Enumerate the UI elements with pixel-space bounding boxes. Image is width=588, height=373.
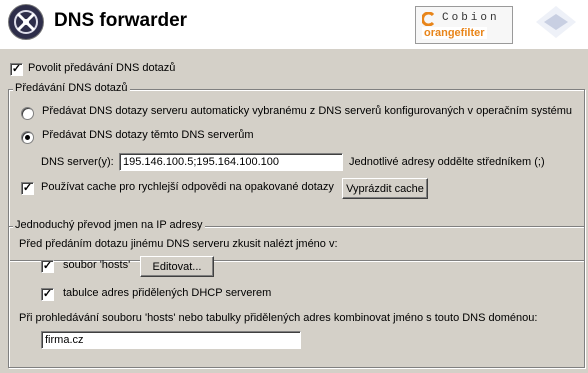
domain-label: Při prohledávání souboru 'hosts' nebo ta… bbox=[19, 312, 538, 324]
use-cache-checkbox[interactable]: ✓ bbox=[21, 182, 34, 195]
brand-logo: Cobion orangefilter bbox=[415, 6, 513, 44]
forwarding-group-legend: Předávání DNS dotazů bbox=[13, 82, 130, 94]
name-resolution-group: Jednoduchý převod jmen na IP adresy Před… bbox=[8, 219, 585, 368]
dns-servers-input[interactable]: 195.146.100.5;195.164.100.100 bbox=[119, 153, 343, 171]
settings-panel: ✓ Povolit předávání DNS dotazů Předávání… bbox=[0, 48, 588, 373]
radio-manual-dns[interactable] bbox=[21, 131, 34, 144]
enable-forwarding-checkbox[interactable]: ✓ bbox=[10, 63, 23, 76]
hosts-file-label[interactable]: soubor 'hosts' bbox=[63, 259, 130, 271]
name-resolution-group-legend: Jednoduchý převod jmen na IP adresy bbox=[13, 219, 205, 231]
enable-forwarding-label[interactable]: Povolit předávání DNS dotazů bbox=[28, 62, 175, 74]
dns-servers-label: DNS server(y): bbox=[41, 156, 114, 168]
header: DNS forwarder Cobion orangefilter bbox=[0, 0, 588, 44]
edit-hosts-button[interactable]: Editovat... bbox=[140, 256, 214, 277]
radio-auto-dns[interactable] bbox=[21, 107, 34, 120]
dns-servers-hint: Jednotlivé adresy oddělte středníkem (;) bbox=[349, 156, 545, 168]
dhcp-table-checkbox[interactable]: ✓ bbox=[41, 288, 54, 301]
domain-input[interactable]: firma.cz bbox=[41, 331, 301, 349]
radio-auto-dns-label[interactable]: Předávat DNS dotazy serveru automaticky … bbox=[42, 105, 572, 117]
use-cache-label[interactable]: Používat cache pro rychlejší odpovědi na… bbox=[41, 181, 334, 193]
page-title: DNS forwarder bbox=[54, 10, 188, 31]
radio-manual-dns-label[interactable]: Předávat DNS dotazy těmto DNS serverům bbox=[42, 129, 254, 141]
hosts-file-checkbox[interactable]: ✓ bbox=[41, 260, 54, 273]
name-resolution-intro: Před předáním dotazu jinému DNS serveru … bbox=[19, 238, 338, 250]
clear-cache-button[interactable]: Vyprázdit cache bbox=[342, 178, 428, 199]
brand-top-text: Cobion bbox=[442, 12, 500, 24]
brand-bottom-text: orangefilter bbox=[422, 27, 487, 39]
decorative-diamond-icon bbox=[536, 6, 576, 38]
cobion-icon bbox=[422, 12, 435, 26]
dns-forwarder-logo-icon bbox=[8, 4, 44, 40]
dhcp-table-label[interactable]: tabulce adres přidělených DHCP serverem bbox=[63, 287, 271, 299]
